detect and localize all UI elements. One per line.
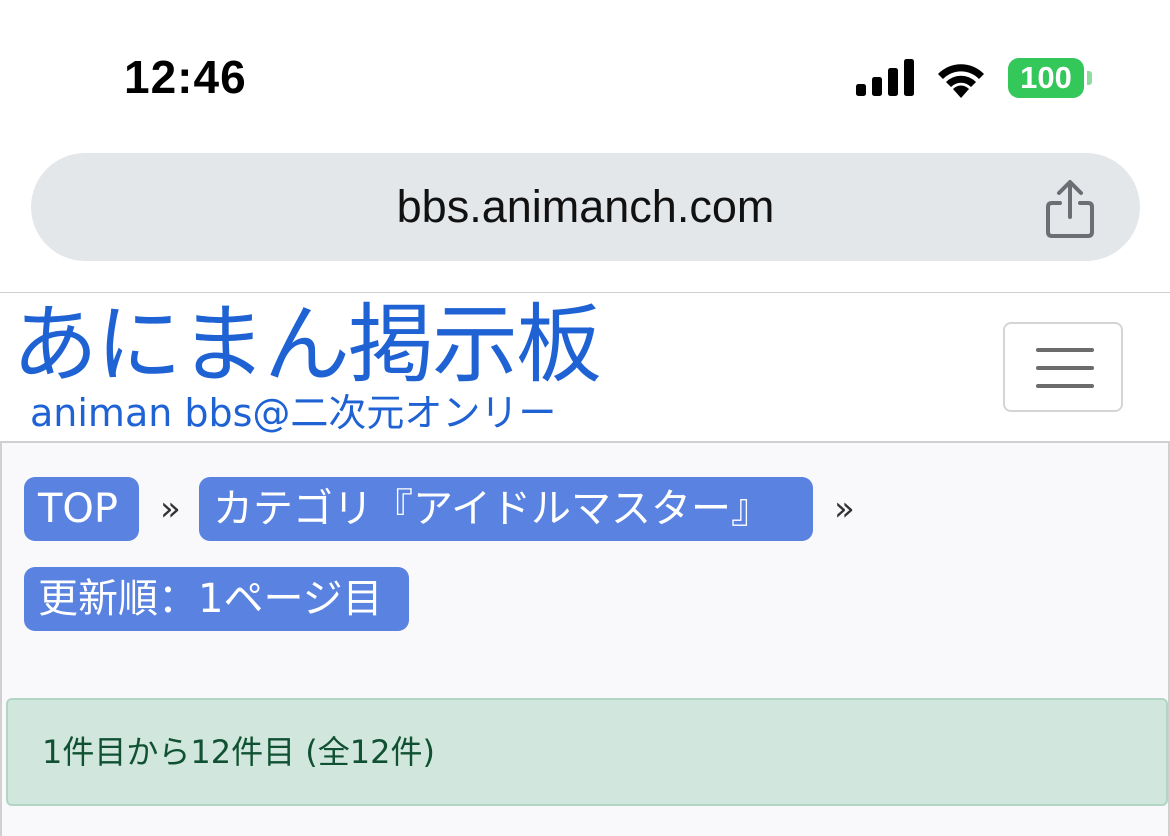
url-text[interactable]: bbs.animanch.com [31, 181, 1140, 233]
site-header: あにまん掲示板 animan bbs@二次元オンリー [0, 293, 1170, 441]
hamburger-icon [1036, 384, 1094, 388]
hamburger-icon [1036, 366, 1094, 370]
share-icon[interactable] [1043, 179, 1097, 239]
site-logo-title[interactable]: あにまん掲示板 [12, 295, 602, 395]
breadcrumb-category[interactable]: カテゴリ『アイドルマスター』 [199, 477, 813, 541]
results-count-text: 1件目から12件目 (全12件) [42, 733, 435, 771]
site-logo-subtitle[interactable]: animan bbs@二次元オンリー [30, 390, 556, 436]
battery-nub [1087, 71, 1092, 85]
wifi-icon [938, 64, 984, 98]
breadcrumb-current-page: 更新順：1ページ目 [24, 567, 409, 631]
breadcrumb-top[interactable]: TOP [24, 477, 139, 541]
main-content: TOP » カテゴリ『アイドルマスター』 » 更新順：1ページ目 1件目から12… [0, 441, 1170, 836]
status-bar: 12:46 100 [0, 0, 1170, 150]
battery-indicator: 100 [1008, 58, 1092, 98]
address-bar[interactable]: bbs.animanch.com [31, 153, 1140, 261]
breadcrumb-separator: » [160, 489, 181, 529]
status-time: 12:46 [124, 51, 247, 103]
cellular-signal-icon [856, 59, 914, 96]
breadcrumb-separator: » [834, 489, 855, 529]
results-count-alert: 1件目から12件目 (全12件) [6, 698, 1168, 806]
hamburger-icon [1036, 348, 1094, 352]
battery-level: 100 [1008, 58, 1084, 98]
menu-toggle-button[interactable] [1003, 322, 1123, 412]
